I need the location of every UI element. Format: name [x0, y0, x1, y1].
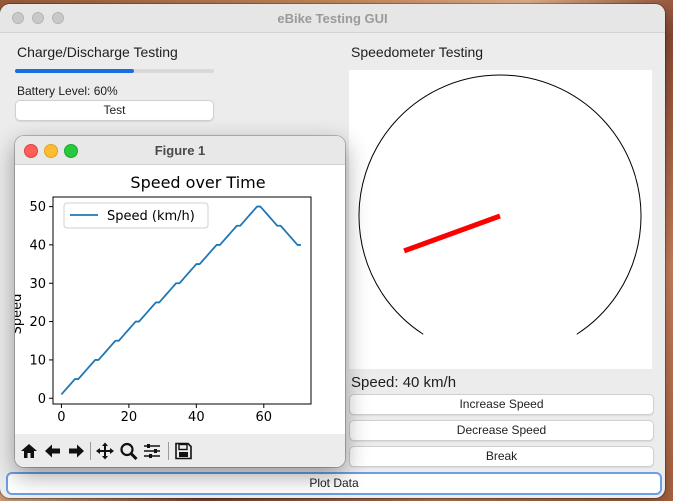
- chart-title: Speed over Time: [130, 173, 265, 192]
- charge-section-title: Charge/Discharge Testing: [17, 44, 178, 60]
- figure-toolbar: [15, 434, 345, 467]
- figure-window: Figure 1 Speed over Time Speed 0 20 40 60 0 1…: [15, 136, 345, 467]
- y-tick-label: 50: [29, 200, 46, 215]
- legend-label: Speed (km/h): [107, 209, 195, 224]
- back-arrow-icon[interactable]: [43, 442, 63, 460]
- pan-icon[interactable]: [95, 442, 115, 460]
- window-title: eBike Testing GUI: [277, 11, 388, 26]
- toolbar-separator: [168, 442, 169, 460]
- battery-progress-fill: [15, 69, 135, 73]
- x-tick-label: 20: [121, 410, 138, 425]
- battery-level-label: Battery Level: 60%: [17, 84, 118, 98]
- chart-ylabel: Speed: [15, 294, 25, 335]
- configure-icon[interactable]: [142, 442, 162, 460]
- test-button[interactable]: Test: [15, 100, 214, 121]
- chart-legend: Speed (km/h): [63, 202, 209, 229]
- y-tick-label: 30: [29, 277, 46, 292]
- home-icon[interactable]: [19, 442, 39, 460]
- increase-speed-button[interactable]: Increase Speed: [349, 394, 654, 415]
- zoom-icon[interactable]: [119, 442, 139, 460]
- brake-button[interactable]: Break: [349, 446, 654, 467]
- y-tick-label: 0: [38, 392, 46, 407]
- speedo-section-title: Speedometer Testing: [351, 44, 484, 60]
- y-tick-label: 20: [29, 315, 46, 330]
- y-tick-label: 10: [29, 353, 46, 368]
- battery-progress-bar: [15, 69, 214, 73]
- window-titlebar[interactable]: eBike Testing GUI: [0, 4, 665, 33]
- x-tick-label: 0: [57, 410, 65, 425]
- toolbar-separator: [90, 442, 91, 460]
- x-tick-label: 60: [256, 410, 273, 425]
- speed-readout: Speed: 40 km/h: [351, 374, 457, 391]
- speed-series-line: [60, 205, 301, 396]
- decrease-speed-button[interactable]: Decrease Speed: [349, 420, 654, 441]
- forward-arrow-icon[interactable]: [66, 442, 86, 460]
- figure-title: Figure 1: [154, 143, 206, 158]
- speedometer-canvas: [349, 70, 652, 369]
- save-icon[interactable]: [173, 442, 193, 460]
- y-tick-label: 40: [29, 238, 46, 253]
- figure-titlebar[interactable]: Figure 1: [15, 136, 345, 165]
- x-tick-label: 40: [188, 410, 205, 425]
- plot-data-button[interactable]: Plot Data: [6, 472, 662, 495]
- speedometer-needle: [403, 213, 501, 254]
- speed-chart: Speed over Time Speed 0 20 40 60 0 10 20 30 40 50…: [15, 173, 312, 425]
- speedometer-dial: [358, 74, 642, 335]
